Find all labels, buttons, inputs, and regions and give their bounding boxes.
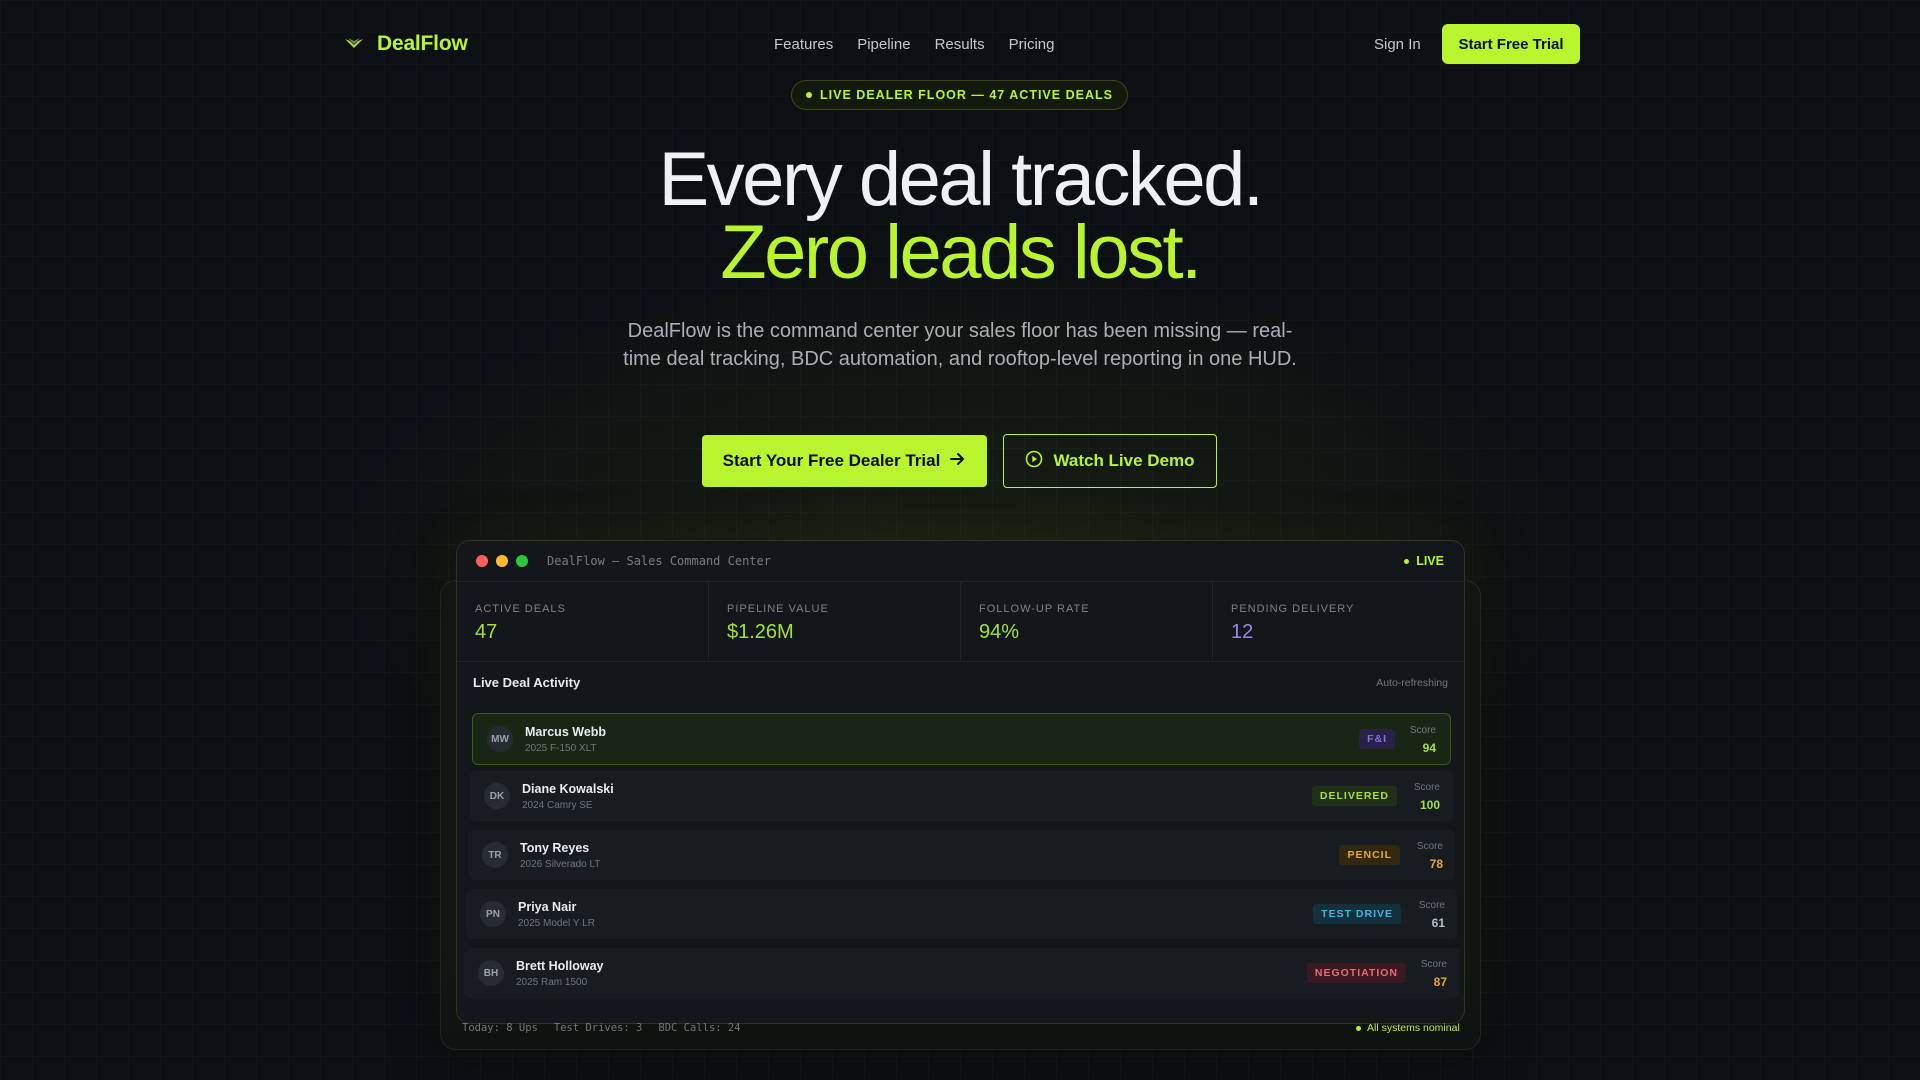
deal-row[interactable]: MW Marcus Webb 2025 F-150 XLT F&I Score … bbox=[472, 713, 1451, 765]
brand-name: DealFlow bbox=[377, 32, 468, 55]
score-value: 87 bbox=[1433, 975, 1447, 989]
dashboard-footer-stats: Today: 8 Ups Test Drives: 3 BDC Calls: 2… bbox=[462, 1022, 741, 1034]
avatar: BH bbox=[478, 960, 504, 986]
deal-row[interactable]: PN Priya Nair 2025 Model Y LR TEST DRIVE… bbox=[466, 889, 1457, 939]
score-value: 94 bbox=[1422, 741, 1436, 755]
score-label: Score bbox=[1413, 782, 1440, 793]
footer-ups: Today: 8 Ups bbox=[462, 1022, 538, 1034]
start-dealer-trial-button[interactable]: Start Your Free Dealer Trial bbox=[702, 435, 987, 487]
nav-link-pipeline[interactable]: Pipeline bbox=[857, 36, 910, 53]
deal-vehicle: 2025 Model Y LR bbox=[518, 918, 595, 929]
live-dot-icon bbox=[806, 92, 813, 98]
stats-row: ACTIVE DEALS 47 PIPELINE VALUE $1.26M FO… bbox=[457, 581, 1464, 662]
avatar: DK bbox=[484, 783, 510, 809]
dashboard-window: DealFlow — Sales Command Center LIVE ACT… bbox=[456, 540, 1465, 1024]
score-label: Score bbox=[1416, 841, 1443, 852]
stat-label: PIPELINE VALUE bbox=[727, 603, 829, 615]
brand-logo[interactable]: DealFlow bbox=[343, 24, 468, 64]
stat-value: 47 bbox=[475, 621, 498, 643]
nav-link-results[interactable]: Results bbox=[935, 36, 985, 53]
live-indicator: LIVE bbox=[1404, 554, 1444, 568]
stat-label: ACTIVE DEALS bbox=[475, 603, 566, 615]
footer-bdc-calls: BDC Calls: 24 bbox=[658, 1022, 741, 1034]
deal-row[interactable]: BH Brett Holloway 2025 Ram 1500 NEGOTIAT… bbox=[464, 948, 1459, 998]
deal-vehicle: 2025 F-150 XLT bbox=[525, 743, 597, 754]
live-label: LIVE bbox=[1416, 554, 1444, 568]
deal-customer-name: Diane Kowalski bbox=[522, 782, 614, 796]
score-label: Score bbox=[1418, 900, 1445, 911]
deal-vehicle: 2026 Silverado LT bbox=[520, 859, 601, 870]
avatar: TR bbox=[482, 842, 508, 868]
deal-row[interactable]: TR Tony Reyes 2026 Silverado LT PENCIL S… bbox=[468, 830, 1455, 880]
headline-line-1: Every deal tracked. bbox=[658, 137, 1264, 222]
start-free-trial-button[interactable]: Start Free Trial bbox=[1442, 24, 1580, 64]
score-label: Score bbox=[1420, 959, 1447, 970]
stat-value: $1.26M bbox=[727, 621, 794, 643]
nav-links: Features Pipeline Results Pricing bbox=[774, 24, 1054, 64]
stat-active-deals: ACTIVE DEALS 47 bbox=[457, 581, 709, 661]
arrow-right-icon bbox=[950, 451, 966, 471]
system-status-label: All systems nominal bbox=[1367, 1022, 1460, 1034]
stage-badge: PENCIL bbox=[1339, 845, 1400, 865]
footer-test-drives: Test Drives: 3 bbox=[553, 1022, 643, 1034]
stat-label: FOLLOW-UP RATE bbox=[979, 603, 1090, 615]
deal-vehicle: 2024 Camry SE bbox=[522, 800, 593, 811]
maximize-window-dot-icon bbox=[516, 555, 528, 567]
nav-link-features[interactable]: Features bbox=[774, 36, 833, 53]
logo-icon bbox=[343, 33, 365, 55]
score-value: 78 bbox=[1429, 857, 1443, 871]
start-dealer-trial-label: Start Your Free Dealer Trial bbox=[722, 451, 941, 470]
deal-customer-name: Marcus Webb bbox=[525, 725, 607, 739]
stage-badge: F&I bbox=[1359, 729, 1395, 749]
stage-badge: DELIVERED bbox=[1311, 786, 1397, 806]
close-window-dot-icon bbox=[476, 555, 488, 567]
avatar: PN bbox=[480, 901, 506, 927]
sign-in-link[interactable]: Sign In bbox=[1374, 24, 1421, 64]
headline-line-2: Zero leads lost. bbox=[720, 210, 1202, 295]
stat-value: 12 bbox=[1231, 621, 1254, 643]
stat-value: 94% bbox=[979, 621, 1020, 643]
minimize-window-dot-icon bbox=[496, 555, 508, 567]
live-dot-icon bbox=[1404, 558, 1410, 564]
deal-row[interactable]: DK Diane Kowalski 2024 Camry SE DELIVERE… bbox=[470, 771, 1453, 821]
window-title: DealFlow — Sales Command Center bbox=[547, 554, 771, 568]
deal-customer-name: Priya Nair bbox=[518, 900, 577, 914]
top-nav: DealFlow Features Pipeline Results Prici… bbox=[343, 24, 1580, 64]
deal-customer-name: Tony Reyes bbox=[520, 841, 590, 855]
hero-subheadline: DealFlow is the command center your sale… bbox=[623, 320, 1297, 370]
system-status: All systems nominal bbox=[1356, 1022, 1460, 1034]
deal-customer-name: Brett Holloway bbox=[516, 959, 604, 973]
stage-badge: TEST DRIVE bbox=[1313, 904, 1401, 924]
watch-live-demo-label: Watch Live Demo bbox=[1053, 451, 1195, 470]
watch-live-demo-button[interactable]: Watch Live Demo bbox=[1003, 434, 1217, 488]
auto-refresh-status: Auto-refreshing bbox=[1376, 677, 1448, 689]
status-dot-icon bbox=[1356, 1025, 1361, 1031]
score-value: 100 bbox=[1419, 798, 1440, 812]
deal-vehicle: 2025 Ram 1500 bbox=[516, 977, 588, 988]
stat-follow-up-rate: FOLLOW-UP RATE 94% bbox=[961, 581, 1213, 661]
stat-pending-delivery: PENDING DELIVERY 12 bbox=[1213, 581, 1464, 661]
dashboard-titlebar: DealFlow — Sales Command Center LIVE bbox=[457, 541, 1464, 582]
score-label: Score bbox=[1409, 725, 1436, 736]
score-value: 61 bbox=[1431, 916, 1445, 930]
avatar: MW bbox=[487, 726, 513, 752]
stat-pipeline-value: PIPELINE VALUE $1.26M bbox=[709, 581, 961, 661]
activity-title: Live Deal Activity bbox=[473, 675, 581, 690]
stage-badge: NEGOTIATION bbox=[1306, 963, 1406, 983]
stat-label: PENDING DELIVERY bbox=[1231, 603, 1355, 615]
live-floor-pill: LIVE DEALER FLOOR — 47 ACTIVE DEALS bbox=[791, 80, 1128, 110]
play-circle-icon bbox=[1025, 450, 1043, 473]
pill-text: LIVE DEALER FLOOR — 47 ACTIVE DEALS bbox=[820, 88, 1113, 102]
nav-link-pricing[interactable]: Pricing bbox=[1009, 36, 1055, 53]
